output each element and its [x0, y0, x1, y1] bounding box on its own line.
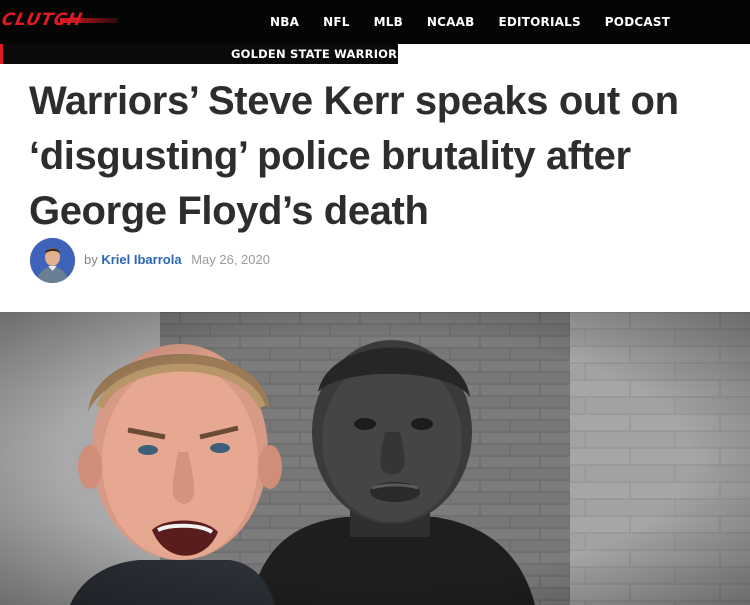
article-headline: Warriors’ Steve Kerr speaks out on ‘disg…: [29, 74, 744, 239]
author-link[interactable]: Kriel Ibarrola: [101, 252, 181, 267]
hero-photo-collage: [0, 312, 750, 605]
author-avatar[interactable]: [30, 238, 75, 283]
publish-date: May 26, 2020: [191, 252, 270, 267]
hero-image: [0, 312, 750, 605]
category-strip-accent: [0, 44, 3, 64]
category-link[interactable]: GOLDEN STATE WARRIORS: [231, 44, 406, 64]
category-strip: GOLDEN STATE WARRIORS: [0, 44, 750, 64]
top-navigation-bar: CLUTCH NBA NFL MLB NCAAB EDITORIALS PODC…: [0, 0, 750, 44]
nav-item-mlb[interactable]: MLB: [374, 15, 403, 29]
avatar-portrait: [30, 238, 75, 283]
article-byline: by Kriel Ibarrola May 26, 2020: [84, 252, 270, 267]
byline-prefix: by: [84, 252, 98, 267]
logo-swoosh: [60, 18, 118, 23]
headline-line-3: George Floyd’s death: [29, 189, 429, 233]
nav-item-podcast[interactable]: PODCAST: [605, 15, 670, 29]
nav-item-editorials[interactable]: EDITORIALS: [499, 15, 581, 29]
nav-item-nba[interactable]: NBA: [270, 15, 299, 29]
nav-item-nfl[interactable]: NFL: [323, 15, 350, 29]
headline-line-2: ‘disgusting’ police brutality after: [29, 134, 631, 178]
main-nav: NBA NFL MLB NCAAB EDITORIALS PODCAST: [258, 0, 682, 44]
nav-item-ncaab[interactable]: NCAAB: [427, 15, 475, 29]
site-logo[interactable]: CLUTCH: [0, 10, 118, 32]
headline-line-1: Warriors’ Steve Kerr speaks out on: [29, 79, 679, 123]
